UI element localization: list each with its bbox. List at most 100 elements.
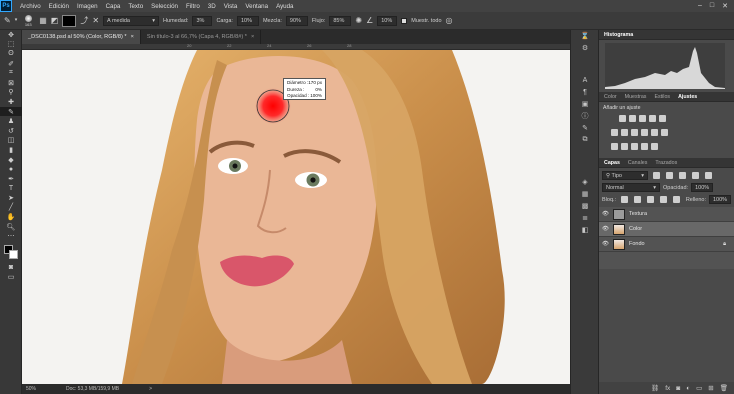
zoom-level[interactable]: 50% [26,386,36,392]
character-icon[interactable]: A [571,74,599,86]
screen-mode-icon[interactable]: ▭ [0,273,22,283]
pen-tool-icon[interactable]: ✒ [0,174,22,184]
crop-tool-icon[interactable]: ⌗ [0,68,22,78]
clone-stamp-icon[interactable]: ♟ [0,116,22,126]
hue-saturation-icon[interactable] [610,129,618,136]
path-select-icon[interactable]: ➤ [0,193,22,203]
lock-artboard-icon[interactable] [659,196,667,203]
trash-icon[interactable]: 🗑︎ [720,384,728,392]
blend-mode-select[interactable]: Normal ▾ [602,183,660,192]
lock-move-icon[interactable] [646,196,654,203]
layer-filter-select[interactable]: ⚲ Tipo ▾ [602,171,648,180]
history-icon[interactable]: ⌛ [571,30,599,42]
menu-texto[interactable]: Texto [124,3,147,10]
type-tool-icon[interactable]: T [0,184,22,194]
hand-tool-icon[interactable]: ✋ [0,212,22,222]
selective-color-icon[interactable] [650,143,658,150]
paragraph-icon[interactable]: ¶ [571,86,599,98]
quick-select-icon[interactable]: ✐ [0,59,22,69]
properties-icon[interactable]: ⚙ [571,42,599,54]
info-icon[interactable]: ⓘ [571,110,599,122]
brushes-icon[interactable]: ✎ [571,122,599,134]
minimize-button[interactable]: – [698,2,702,10]
angle-icon[interactable]: ∠ [366,16,373,25]
close-tab-icon[interactable]: × [251,34,254,40]
invert-icon[interactable] [610,143,618,150]
menu-vista[interactable]: Vista [220,3,242,10]
dodge-tool-icon[interactable]: ● [0,164,22,174]
layer-row[interactable]: 👁︎ Color [599,222,734,237]
mixer-brush-icon[interactable]: ✎ [4,16,11,25]
airbrush-icon[interactable]: ✺ [355,16,362,25]
healing-brush-icon[interactable]: ✚ [0,97,22,107]
threshold-icon[interactable] [630,143,638,150]
channels-icon[interactable]: ≣ [571,212,599,224]
menu-filtro[interactable]: Filtro [182,3,204,10]
lasso-tool-icon[interactable]: ʘ [0,49,22,59]
frame-tool-icon[interactable]: ⊠ [0,78,22,88]
gradient-map-icon[interactable] [640,143,648,150]
menu-edicion[interactable]: Edición [45,3,73,10]
carga-field[interactable]: 10% [236,15,259,26]
sample-all-checkbox[interactable] [401,17,408,24]
tab-histograma[interactable]: Histograma [602,32,635,38]
document-canvas[interactable] [22,50,570,384]
vibrance-icon[interactable] [658,115,666,122]
eraser-icon[interactable]: ◫ [0,136,22,146]
menu-ayuda[interactable]: Ayuda [272,3,297,10]
filter-type-icon[interactable] [678,172,686,179]
visibility-eye-icon[interactable]: 👁︎ [602,241,609,247]
filter-pixel-icon[interactable] [652,172,660,179]
move-tool-icon[interactable]: ✥ [0,30,22,40]
menu-seleccion[interactable]: Selección [147,3,182,10]
new-layer-icon[interactable]: ⊞ [708,384,713,392]
humedad-field[interactable]: 3% [192,15,213,26]
layer-row[interactable]: 👁︎ Fondo 🔒︎ [599,237,734,252]
brightness-icon[interactable] [618,115,626,122]
black-white-icon[interactable] [630,129,638,136]
tab-muestras[interactable]: Muestras [623,94,649,100]
color-balance-icon[interactable] [620,129,628,136]
lock-pixels-icon[interactable] [620,196,628,203]
chevron-down-icon[interactable]: ▾ [15,18,18,23]
brush-preset-picker[interactable]: 163 [21,14,35,27]
eyedropper-icon[interactable]: ⚲ [0,88,22,98]
link-icon[interactable]: ⛓ [651,384,659,392]
exposure-icon[interactable] [648,115,656,122]
filter-smart-icon[interactable] [704,172,712,179]
close-window-button[interactable]: ✕ [722,2,728,10]
angle-field[interactable]: 10% [377,15,398,26]
tab-dsc0138[interactable]: _DSC0138.psd al 50% (Color, RGB/8) * × [22,30,141,44]
menu-3d[interactable]: 3D [204,3,220,10]
mezcla-field[interactable]: 90% [285,15,308,26]
brush-panel-icon[interactable]: ▦ [39,16,47,25]
tab-sin-titulo-3[interactable]: Sin título-3 al 66,7% (Capa 4, RGB/8#) *… [141,30,262,44]
gradient-icon[interactable]: ▮ [0,145,22,155]
paths-icon[interactable]: ◈ [571,176,599,188]
flujo-field[interactable]: 85% [329,15,352,26]
menu-archivo[interactable]: Archivo [16,3,45,10]
channel-mixer-icon[interactable] [650,129,658,136]
color-swatches[interactable] [0,243,22,263]
tab-capas[interactable]: Capas [602,160,622,166]
curves-icon[interactable] [638,115,646,122]
layer-row[interactable]: 👁︎ Textura [599,207,734,222]
layer-comps-icon[interactable]: ◧ [571,224,599,236]
blur-tool-icon[interactable]: ◆ [0,155,22,165]
status-menu-arrow[interactable]: > [149,386,152,392]
lock-all-icon[interactable] [672,196,680,203]
tab-estilos[interactable]: Estilos [652,94,672,100]
history-brush-icon[interactable]: ↺ [0,126,22,136]
mix-preset-select[interactable]: A medida ▾ [103,15,160,26]
more-tools-icon[interactable]: ⋯ [0,231,22,241]
tab-trazados[interactable]: Trazados [653,160,679,166]
load-brush-icon[interactable]: ⤴ [80,16,88,25]
marquee-tool-icon[interactable]: ⬚ [0,40,22,50]
opacity-field[interactable]: 100% [691,183,714,192]
levels-icon[interactable] [628,115,636,122]
fx-icon[interactable]: fx [665,385,670,392]
clean-brush-icon[interactable]: ✕ [92,16,99,25]
line-tool-icon[interactable]: ╱ [0,203,22,213]
pressure-icon[interactable]: ◎ [446,16,453,25]
menu-capa[interactable]: Capa [102,3,125,10]
